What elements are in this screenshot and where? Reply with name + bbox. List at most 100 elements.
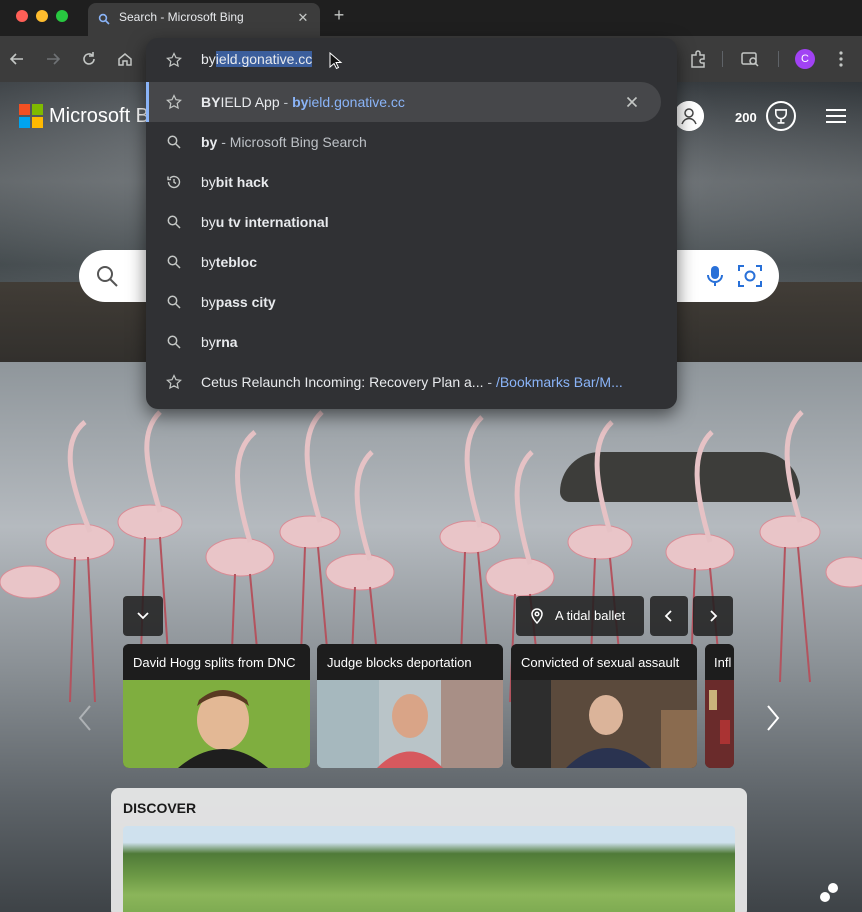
omnibox-suggestion[interactable]: by - Microsoft Bing Search bbox=[146, 122, 677, 162]
news-card-image bbox=[123, 680, 310, 768]
suggestion-url: /Bookmarks Bar/M... bbox=[495, 374, 623, 390]
news-card[interactable]: David Hogg splits from DNC bbox=[123, 644, 310, 768]
discover-heading: DISCOVER bbox=[123, 800, 197, 816]
hamburger-menu-icon[interactable] bbox=[826, 108, 846, 124]
omnibox-suggestion[interactable]: bypass city bbox=[146, 282, 677, 322]
chevron-left-icon bbox=[664, 610, 672, 622]
suggestion-text: bybit hack bbox=[201, 174, 269, 190]
star-icon bbox=[166, 94, 182, 110]
discover-image[interactable] bbox=[123, 826, 735, 912]
visual-search-icon[interactable] bbox=[737, 263, 763, 289]
suggestion-text: by - Microsoft Bing Search bbox=[201, 134, 367, 150]
user-icon[interactable] bbox=[674, 101, 704, 131]
suggestion-url-match: by bbox=[292, 94, 309, 110]
window-minimize-button[interactable] bbox=[36, 10, 48, 22]
tab-strip: Search - Microsoft Bing ✕ + bbox=[0, 0, 862, 36]
chevron-right-icon bbox=[710, 610, 718, 622]
suggestion-text: bytebloc bbox=[201, 254, 257, 270]
omnibox-autocomplete-text: ield.gonative.cc bbox=[215, 51, 313, 67]
image-location-button[interactable]: A tidal ballet bbox=[516, 596, 644, 636]
previous-image-button[interactable] bbox=[650, 596, 688, 636]
window-zoom-button[interactable] bbox=[56, 10, 68, 22]
suggestion-completion: tebloc bbox=[215, 254, 258, 270]
forward-icon[interactable] bbox=[44, 50, 62, 68]
discover-section: DISCOVER bbox=[111, 788, 747, 912]
suggestion-separator: - bbox=[279, 94, 293, 110]
window-close-button[interactable] bbox=[16, 10, 28, 22]
tab-title: Search - Microsoft Bing bbox=[119, 10, 244, 24]
suggestion-prefix: by bbox=[201, 174, 216, 190]
omnibox-suggestion[interactable]: bybit hack bbox=[146, 162, 677, 202]
search-icon bbox=[167, 215, 181, 229]
omnibox-suggestion[interactable]: byrna bbox=[146, 322, 677, 362]
search-icon bbox=[167, 335, 181, 349]
search-icon bbox=[167, 255, 181, 269]
omnibox-input[interactable]: byield.gonative.cc bbox=[201, 51, 313, 67]
news-card-image bbox=[705, 680, 734, 768]
search-icon bbox=[167, 135, 181, 149]
rewards-points[interactable]: 200 bbox=[735, 110, 757, 125]
suggestion-completion: pass city bbox=[215, 294, 276, 310]
news-card-title: David Hogg splits from DNC bbox=[123, 644, 310, 680]
suggestion-text: bypass city bbox=[201, 294, 276, 310]
more-menu-icon[interactable] bbox=[834, 49, 848, 69]
search-icon bbox=[97, 266, 118, 287]
suggestion-text: byrna bbox=[201, 334, 238, 350]
remove-suggestion-icon[interactable] bbox=[624, 94, 640, 110]
suggestion-source: - Microsoft Bing Search bbox=[217, 134, 367, 150]
bing-brand-text: Microsoft Bing bbox=[49, 105, 159, 127]
chevron-left-icon[interactable] bbox=[77, 704, 93, 732]
omnibox-suggestion[interactable]: bytebloc bbox=[146, 242, 677, 282]
suggestion-title: IELD App bbox=[220, 94, 280, 110]
rewards-trophy-icon[interactable] bbox=[766, 101, 796, 131]
search-icon bbox=[167, 295, 181, 309]
suggestion-prefix: by bbox=[201, 294, 216, 310]
star-icon[interactable] bbox=[166, 52, 182, 68]
chevron-right-icon[interactable] bbox=[765, 704, 781, 732]
profile-avatar[interactable]: C bbox=[795, 49, 815, 69]
star-icon bbox=[166, 374, 182, 390]
news-card-title: Infl bbox=[705, 644, 734, 680]
image-location-label: A tidal ballet bbox=[555, 608, 626, 623]
news-card-image bbox=[511, 680, 697, 768]
extensions-icon[interactable] bbox=[688, 49, 708, 69]
suggestion-url: ield.gonative.cc bbox=[308, 94, 405, 110]
suggestion-prefix: by bbox=[201, 334, 216, 350]
news-card[interactable]: Judge blocks deportation bbox=[317, 644, 503, 768]
feedback-icon[interactable] bbox=[818, 882, 840, 904]
news-card-image bbox=[317, 680, 503, 768]
omnibox-suggestion[interactable]: byu tv international bbox=[146, 202, 677, 242]
omnibox-dropdown: byield.gonative.cc BYIELD App - byield.g… bbox=[146, 38, 677, 409]
back-icon[interactable] bbox=[8, 50, 26, 68]
tab-search-icon[interactable] bbox=[740, 49, 760, 69]
omnibox-suggestion[interactable]: BYIELD App - byield.gonative.cc bbox=[146, 82, 661, 122]
suggestion-completion: u tv international bbox=[215, 214, 329, 230]
collapse-feed-button[interactable] bbox=[123, 596, 163, 636]
suggestion-separator: - bbox=[483, 374, 496, 390]
location-pin-icon bbox=[531, 608, 543, 624]
tab-close-icon[interactable]: ✕ bbox=[296, 10, 310, 26]
microphone-icon[interactable] bbox=[705, 264, 725, 288]
news-card[interactable]: Infl bbox=[705, 644, 734, 768]
suggestion-completion: bit hack bbox=[215, 174, 269, 190]
suggestion-text: Cetus Relaunch Incoming: Recovery Plan a… bbox=[201, 374, 623, 390]
news-card[interactable]: Convicted of sexual assault bbox=[511, 644, 697, 768]
next-image-button[interactable] bbox=[693, 596, 733, 636]
suggestion-prefix: by bbox=[201, 254, 216, 270]
suggestion-title: Cetus Relaunch Incoming: Recovery Plan a… bbox=[201, 374, 484, 390]
omnibox-suggestion[interactable]: Cetus Relaunch Incoming: Recovery Plan a… bbox=[146, 362, 677, 402]
new-tab-button[interactable]: + bbox=[330, 5, 348, 26]
search-icon bbox=[98, 13, 110, 25]
omnibox-input-row[interactable]: byield.gonative.cc bbox=[146, 38, 677, 82]
news-card-title: Convicted of sexual assault bbox=[511, 644, 697, 680]
microsoft-logo-icon bbox=[19, 104, 43, 128]
chevron-down-icon bbox=[137, 612, 149, 620]
suggestion-match-text: BY bbox=[201, 94, 221, 110]
suggestion-text: byu tv international bbox=[201, 214, 329, 230]
toolbar-divider bbox=[778, 51, 779, 67]
suggestion-prefix: by bbox=[201, 214, 216, 230]
reload-icon[interactable] bbox=[80, 50, 98, 68]
tab-bing-search[interactable]: Search - Microsoft Bing ✕ bbox=[88, 3, 320, 36]
home-icon[interactable] bbox=[116, 50, 134, 68]
history-icon bbox=[167, 175, 181, 189]
